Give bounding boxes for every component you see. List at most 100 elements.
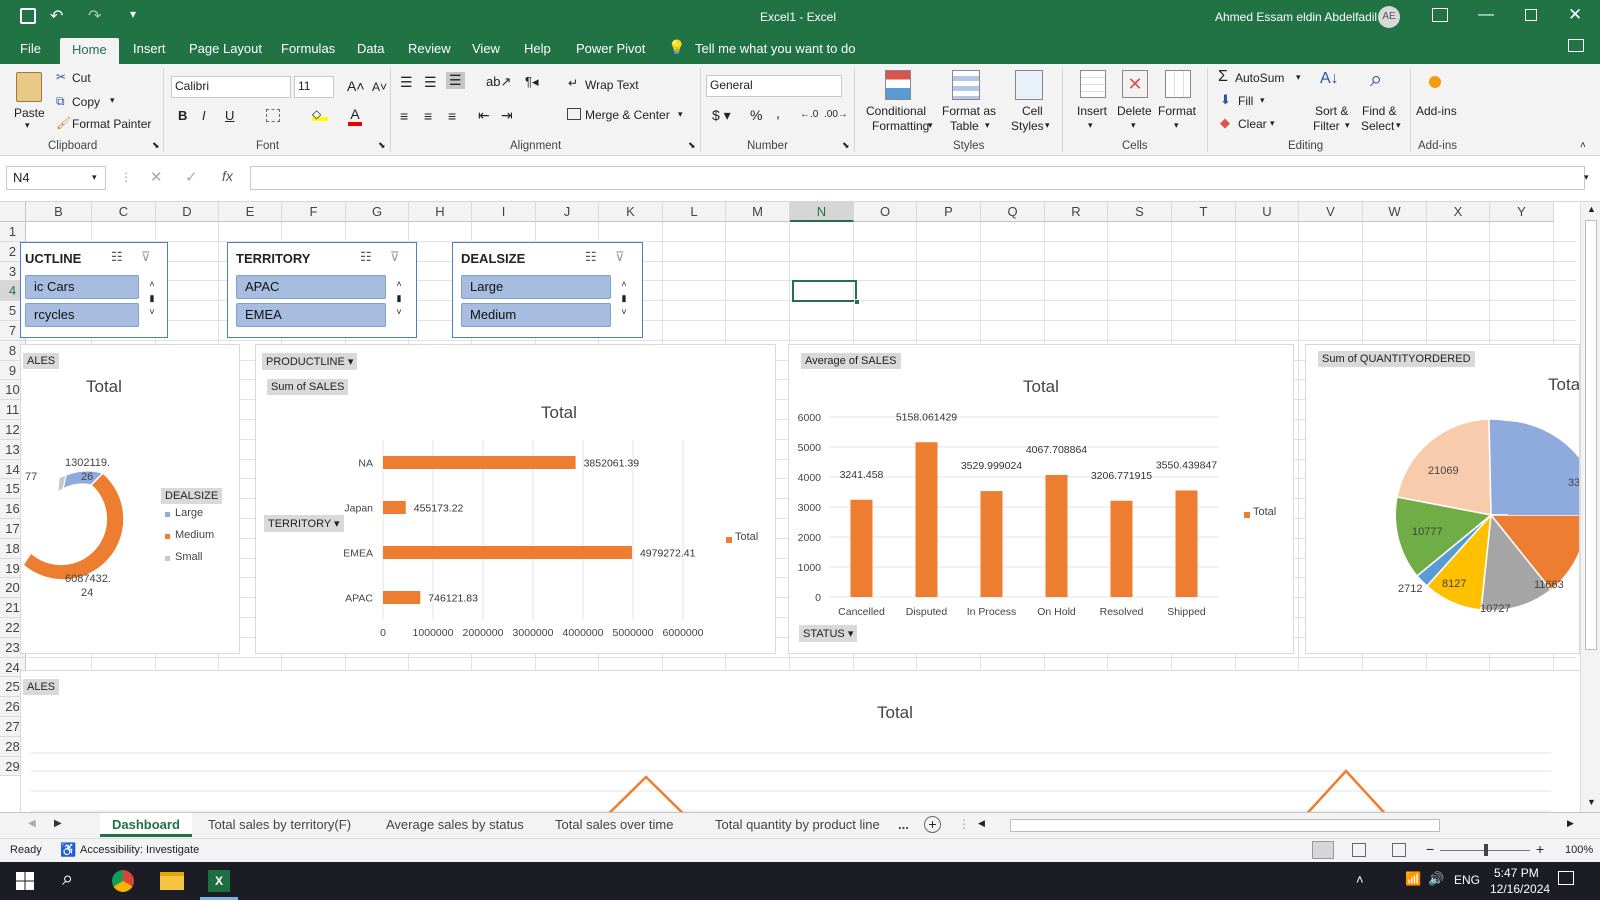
insert-dropdown-icon[interactable]: ▾: [1088, 120, 1093, 131]
line-chart[interactable]: ALES Total: [20, 670, 1580, 812]
cell-styles-dropdown-icon[interactable]: ▾: [1045, 120, 1050, 131]
confirm-entry-icon[interactable]: ✓: [185, 168, 198, 186]
name-box-dropdown-icon[interactable]: ▾: [92, 172, 97, 183]
vertical-scrollbar[interactable]: ▲ ▼: [1580, 202, 1600, 812]
slicer-item[interactable]: Medium: [461, 303, 611, 327]
bar[interactable]: [383, 591, 421, 604]
tab-data[interactable]: Data: [357, 41, 384, 56]
tab-insert[interactable]: Insert: [133, 41, 166, 56]
multi-select-icon[interactable]: ☷: [111, 249, 123, 265]
comma-icon[interactable]: ,: [776, 105, 780, 121]
value-field-button[interactable]: Sum of QUANTITYORDERED: [1318, 351, 1475, 367]
tab-formulas[interactable]: Formulas: [281, 41, 335, 56]
scroll-up-icon[interactable]: ▲: [1587, 204, 1596, 214]
column-header[interactable]: P: [917, 202, 981, 222]
fill-button[interactable]: Fill: [1238, 94, 1253, 108]
column-header[interactable]: F: [282, 202, 346, 222]
chrome-icon[interactable]: [112, 870, 134, 892]
autosum-button[interactable]: AutoSum: [1235, 71, 1284, 85]
slicer-scrollbar[interactable]: ˄ ▮ ˅: [145, 277, 159, 327]
font-size-select[interactable]: 11: [294, 76, 334, 98]
format-painter-button[interactable]: Format Painter: [72, 117, 151, 131]
legend-field-button[interactable]: DEALSIZE: [161, 488, 223, 504]
delete-cells-button[interactable]: Delete: [1117, 104, 1152, 118]
column-header[interactable]: O: [854, 202, 917, 222]
language-indicator[interactable]: ENG: [1454, 873, 1480, 887]
file-explorer-icon[interactable]: [160, 872, 184, 890]
bar[interactable]: [383, 546, 632, 559]
column-header[interactable]: R: [1045, 202, 1108, 222]
decrease-decimal-icon[interactable]: .00→: [824, 109, 848, 120]
multi-select-icon[interactable]: ☷: [360, 249, 372, 265]
align-center-icon[interactable]: ≡: [424, 108, 432, 124]
column-header[interactable]: G: [346, 202, 409, 222]
cell-styles-button[interactable]: Cell: [1022, 104, 1043, 118]
cancel-entry-icon[interactable]: ✕: [150, 168, 163, 186]
autosum-dropdown-icon[interactable]: ▾: [1296, 72, 1301, 83]
clear-filter-icon[interactable]: ⊽: [615, 249, 625, 265]
donut-chart[interactable]: ALES Total 1302119. 26 77 6087432. 24 DE…: [20, 344, 240, 654]
next-sheet-icon[interactable]: ▶: [54, 818, 62, 829]
column-header[interactable]: I: [472, 202, 536, 222]
undo-icon[interactable]: ↶: [50, 6, 63, 26]
paste-icon[interactable]: [16, 72, 42, 102]
increase-decimal-icon[interactable]: ←.0: [800, 109, 818, 120]
sheet-tab[interactable]: Total sales over time: [555, 817, 674, 832]
font-name-select[interactable]: Calibri: [171, 76, 291, 98]
network-icon[interactable]: 📶: [1405, 871, 1421, 887]
cut-button[interactable]: Cut: [72, 71, 91, 85]
increase-indent-icon[interactable]: ⇥: [501, 107, 513, 124]
orientation-icon[interactable]: ab↗: [486, 74, 511, 90]
row-header[interactable]: 1: [0, 222, 26, 242]
clock-time[interactable]: 5:47 PM: [1494, 866, 1539, 880]
align-right-icon[interactable]: ≡: [448, 108, 456, 124]
column-bar[interactable]: [980, 491, 1003, 597]
text-direction-icon[interactable]: ¶◂: [525, 74, 539, 90]
column-header[interactable]: J: [536, 202, 599, 222]
notifications-icon[interactable]: [1558, 871, 1574, 885]
clipboard-launcher-icon[interactable]: ⬊: [152, 140, 160, 151]
tab-file[interactable]: File: [20, 41, 41, 56]
tab-view[interactable]: View: [472, 41, 500, 56]
zoom-level[interactable]: 100%: [1565, 844, 1593, 856]
fill-dropdown-icon[interactable]: ▾: [1260, 95, 1265, 106]
merge-center-button[interactable]: Merge & Center: [585, 108, 670, 122]
close-icon[interactable]: ✕: [1568, 5, 1582, 25]
user-name[interactable]: Ahmed Essam eldin Abdelfadil: [1215, 10, 1377, 24]
number-format-select[interactable]: General: [706, 75, 842, 97]
accessibility-status[interactable]: Accessibility: Investigate: [80, 844, 199, 856]
tab-home[interactable]: Home: [60, 38, 119, 65]
sheet-tab[interactable]: Total quantity by product line: [715, 817, 880, 832]
percent-icon[interactable]: %: [750, 107, 762, 123]
redo-icon[interactable]: ↷: [88, 6, 101, 26]
column-header[interactable]: L: [663, 202, 726, 222]
scroll-down-icon[interactable]: ▼: [1587, 797, 1596, 807]
zoom-thumb[interactable]: [1484, 844, 1488, 856]
conditional-formatting-button[interactable]: Conditional: [866, 104, 926, 118]
bar[interactable]: [383, 501, 406, 514]
column-header[interactable]: K: [599, 202, 663, 222]
search-icon[interactable]: ⌕: [62, 868, 73, 891]
tab-power-pivot[interactable]: Power Pivot: [576, 41, 645, 56]
column-header[interactable]: X: [1427, 202, 1490, 222]
tell-me-search[interactable]: Tell me what you want to do: [695, 41, 855, 56]
page-break-view-icon[interactable]: [1392, 843, 1406, 857]
collapse-ribbon-icon[interactable]: ˄: [1580, 140, 1586, 151]
column-header[interactable]: N: [790, 202, 854, 222]
format-cells-button[interactable]: Format: [1158, 104, 1196, 118]
show-hidden-icons[interactable]: ˄: [1356, 872, 1364, 887]
align-bottom-icon[interactable]: ☰: [446, 72, 465, 89]
slicer-item[interactable]: APAC: [236, 275, 386, 299]
bold-icon[interactable]: B: [178, 108, 187, 123]
zoom-in-icon[interactable]: +: [1536, 841, 1544, 857]
zoom-out-icon[interactable]: −: [1426, 841, 1434, 857]
underline-icon[interactable]: U: [225, 108, 234, 123]
more-sheets-button[interactable]: ...: [898, 817, 909, 832]
slicer-productline[interactable]: UCTLINE ☷ ⊽ ic Cars rcycles ˄ ▮ ˅: [20, 242, 168, 338]
column-header[interactable]: S: [1108, 202, 1172, 222]
font-color-icon[interactable]: A: [348, 106, 362, 126]
column-header[interactable]: U: [1236, 202, 1299, 222]
column-header[interactable]: V: [1299, 202, 1363, 222]
prev-sheet-icon[interactable]: ◀: [28, 818, 36, 829]
align-left-icon[interactable]: ≡: [400, 108, 408, 124]
